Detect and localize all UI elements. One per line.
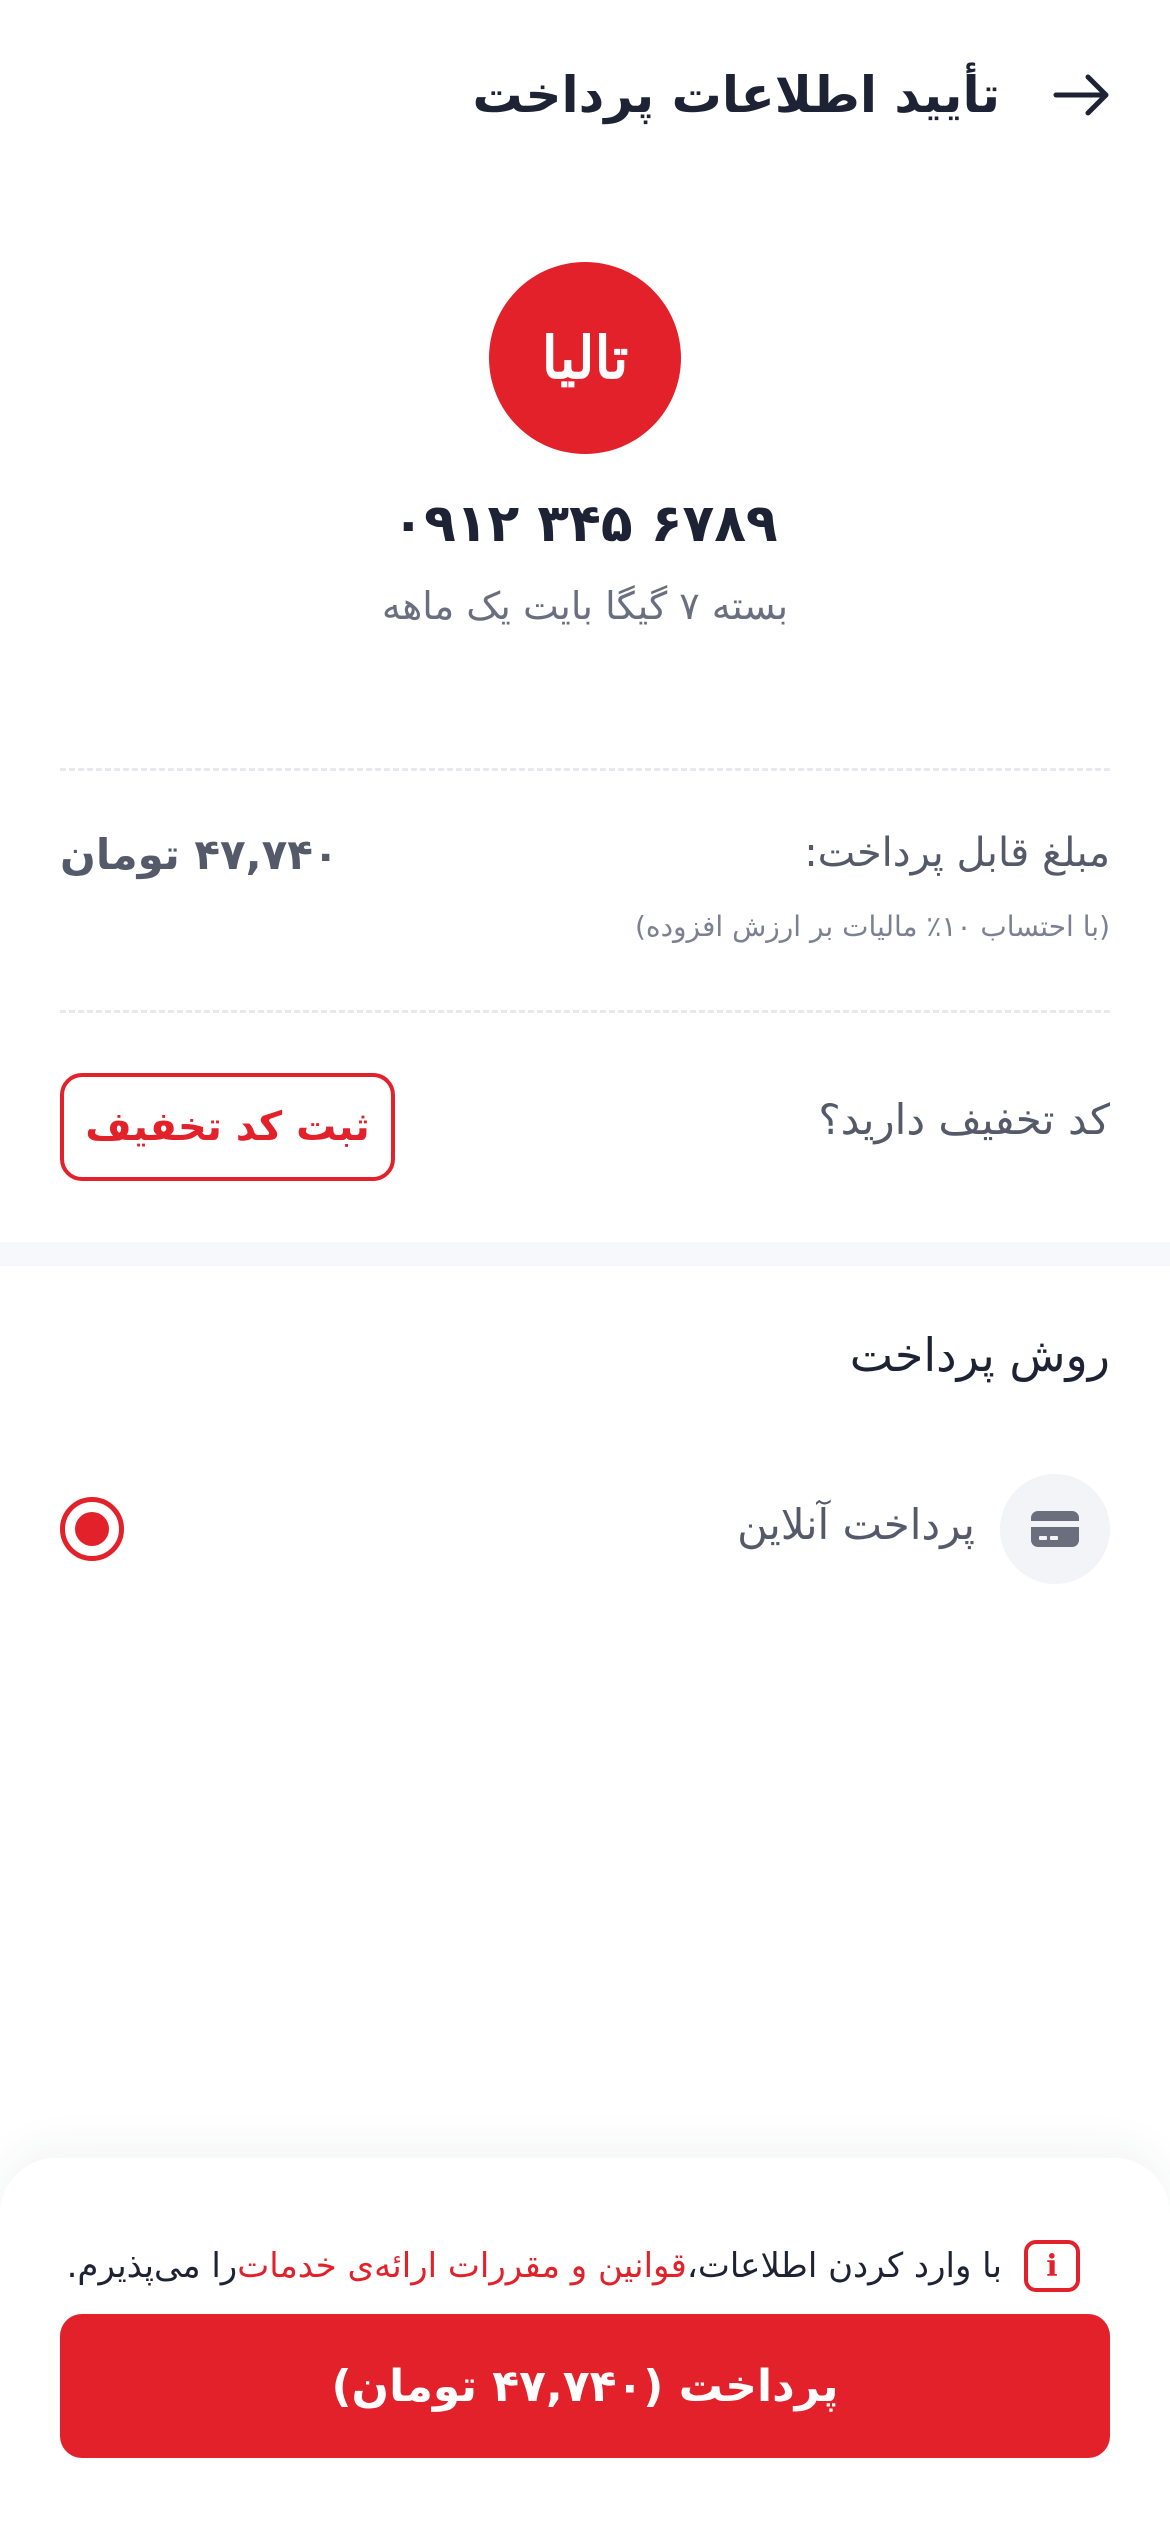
info-icon: i: [1024, 2240, 1080, 2292]
bottom-sheet: i با وارد کردن اطلاعات، قوانین و مقررات …: [0, 2158, 1170, 2531]
section-separator: [0, 1242, 1170, 1266]
payment-option-icon-wrap: [1000, 1474, 1110, 1584]
back-button[interactable]: [1050, 63, 1114, 127]
credit-card-icon: [1031, 1511, 1079, 1547]
arrow-right-icon: [1053, 74, 1109, 116]
terms-prefix: با وارد کردن اطلاعات،: [686, 2246, 1002, 2286]
radio-selected-dot: [75, 1512, 109, 1546]
operator-logo: تالیا: [489, 262, 681, 454]
terms-suffix: را می‌پذیرم.: [66, 2246, 238, 2286]
header: تأیید اطلاعات پرداخت: [0, 40, 1170, 150]
divider: [60, 1010, 1110, 1013]
payment-option-label: پرداخت آنلاین: [737, 1500, 975, 1549]
payment-method-title: روش پرداخت: [849, 1328, 1110, 1382]
operator-logo-text: تالیا: [541, 324, 629, 392]
amount-label: مبلغ قابل پرداخت:: [804, 830, 1110, 876]
payment-confirmation-screen: تأیید اطلاعات پرداخت تالیا ۰۹۱۲ ۳۴۵ ۶۷۸۹…: [0, 0, 1170, 2531]
terms-link[interactable]: قوانین و مقررات ارائه‌ی خدمات: [237, 2246, 687, 2286]
page-title: تأیید اطلاعات پرداخت: [472, 66, 1000, 124]
payment-option-radio[interactable]: [60, 1497, 124, 1561]
amount-value: ۴۷,۷۴۰ تومان: [60, 830, 339, 879]
payment-option-online[interactable]: پرداخت آنلاین: [60, 1474, 1110, 1584]
terms-notice: i با وارد کردن اطلاعات، قوانین و مقررات …: [60, 2236, 1110, 2296]
pay-button[interactable]: پرداخت (۴۷,۷۴۰ تومان): [60, 2314, 1110, 2458]
apply-discount-button[interactable]: ثبت کد تخفیف: [60, 1073, 395, 1181]
phone-number: ۰۹۱۲ ۳۴۵ ۶۷۸۹: [392, 494, 778, 554]
discount-question: کد تخفیف دارید؟: [818, 1095, 1110, 1144]
amount-row: مبلغ قابل پرداخت: ۴۷,۷۴۰ تومان: [60, 830, 1110, 900]
package-name: بسته ۷ گیگا بایت یک ماهه: [381, 584, 789, 628]
divider: [60, 768, 1110, 771]
operator-info: تالیا ۰۹۱۲ ۳۴۵ ۶۷۸۹ بسته ۷ گیگا بایت یک …: [0, 262, 1170, 628]
tax-note: (با احتساب ۱۰٪ مالیات بر ارزش افزوده): [634, 910, 1110, 943]
